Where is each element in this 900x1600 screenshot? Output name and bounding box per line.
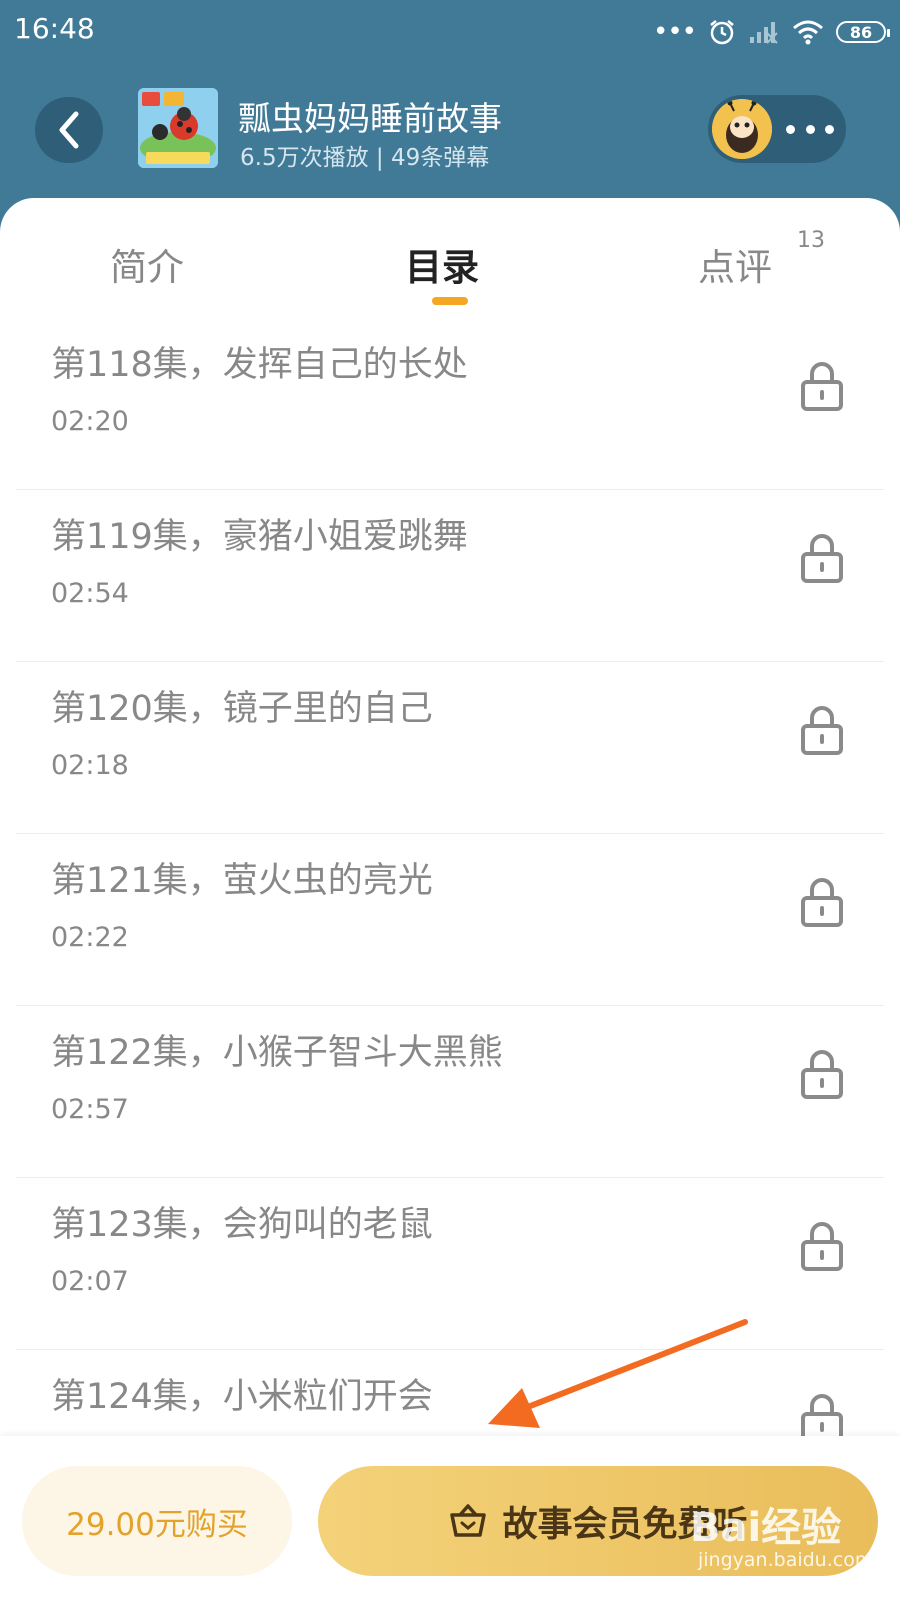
episode-title: 第124集，小米粒们开会	[51, 1377, 433, 1417]
episode-row[interactable]: 第123集，会狗叫的老鼠 02:07	[16, 1178, 884, 1350]
chevron-left-icon	[59, 111, 79, 149]
status-bar: 16:48 ••• 86	[0, 0, 900, 64]
more-notifications-icon: •••	[652, 17, 697, 47]
episode-title: 第121集，萤火虫的亮光	[51, 861, 433, 901]
episode-duration: 02:57	[51, 1094, 129, 1125]
lock-icon	[801, 534, 843, 583]
dot-icon	[825, 124, 834, 134]
dot-icon	[786, 124, 795, 134]
avatar[interactable]	[712, 99, 772, 159]
bee-avatar-icon	[712, 99, 772, 159]
lock-icon	[801, 1222, 843, 1271]
album-title: 瓢虫妈妈睡前故事	[238, 99, 502, 138]
wifi-icon	[793, 20, 823, 45]
lock-icon	[801, 1050, 843, 1099]
lock-icon	[801, 362, 843, 411]
active-tab-indicator	[432, 297, 468, 305]
ladybug-cover-image	[138, 88, 218, 168]
lock-icon	[801, 878, 843, 927]
status-time: 16:48	[14, 12, 95, 45]
episode-title: 第118集，发挥自己的长处	[51, 345, 468, 385]
tab-intro[interactable]: 简介	[110, 237, 184, 291]
watermark: Bai经验 jingyan.baidu.com	[690, 1495, 890, 1585]
more-options-button[interactable]	[786, 117, 834, 141]
lock-icon	[801, 706, 843, 755]
episode-row[interactable]: 第121集，萤火虫的亮光 02:22	[16, 834, 884, 1006]
buy-button[interactable]: 29.00元购买	[22, 1466, 292, 1576]
alarm-icon	[710, 20, 734, 45]
top-right-capsule	[708, 95, 846, 163]
episode-row[interactable]: 第119集，豪猪小姐爱跳舞 02:54	[16, 490, 884, 662]
episode-title: 第120集，镜子里的自己	[51, 689, 433, 729]
battery-indicator: 86	[836, 21, 890, 43]
episode-duration: 02:54	[51, 578, 129, 609]
status-icons: ••• 86	[652, 14, 890, 50]
episode-row[interactable]: 第122集，小猴子智斗大黑熊 02:57	[16, 1006, 884, 1178]
album-cover[interactable]	[138, 88, 218, 168]
episode-row[interactable]: 第120集，镜子里的自己 02:18	[16, 662, 884, 834]
episode-duration: 02:18	[51, 750, 129, 781]
tab-catalog[interactable]: 目录	[405, 237, 479, 291]
episode-duration: 02:07	[51, 1266, 129, 1297]
episode-duration: 02:20	[51, 406, 129, 437]
tab-reviews[interactable]: 点评	[698, 237, 772, 291]
episode-title: 第123集，会狗叫的老鼠	[51, 1205, 433, 1245]
dot-icon	[805, 124, 815, 134]
episode-row[interactable]: 第118集，发挥自己的长处 02:20	[16, 318, 884, 490]
album-stats: 6.5万次播放 | 49条弹幕	[240, 145, 490, 171]
watermark-url: jingyan.baidu.com	[698, 1549, 874, 1571]
episode-title: 第122集，小猴子智斗大黑熊	[51, 1033, 503, 1073]
episode-duration: 02:22	[51, 922, 129, 953]
watermark-logo: Bai经验	[690, 1505, 842, 1551]
signal-icon	[750, 22, 778, 44]
crown-basket-icon	[450, 1504, 487, 1537]
back-button[interactable]	[35, 97, 103, 163]
reviews-count-badge: 13	[797, 228, 825, 253]
episode-title: 第119集，豪猪小姐爱跳舞	[51, 517, 468, 557]
